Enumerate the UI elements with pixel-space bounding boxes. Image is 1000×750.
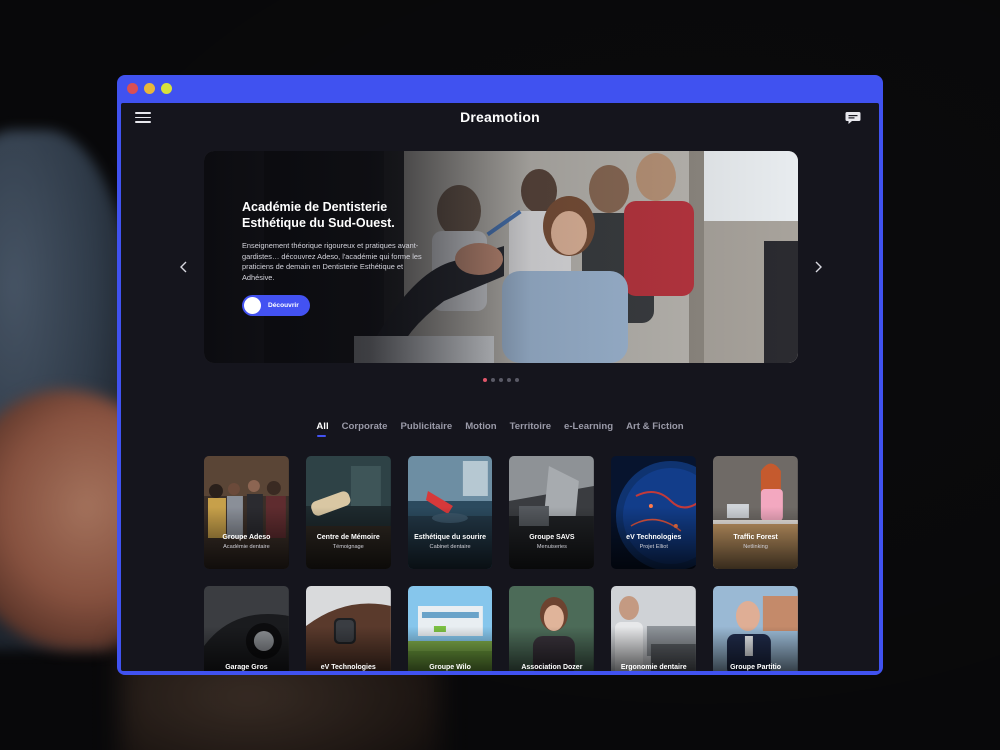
carousel-prev-arrow-icon[interactable] [177, 260, 191, 274]
filter-tab-publicitaire[interactable]: Publicitaire [400, 421, 452, 436]
project-title: Esthétique du sourire [414, 534, 487, 541]
project-title: Groupe Partitio [730, 664, 782, 671]
hero-title: Académie de Dentisterie Esthétique du Su… [242, 200, 395, 230]
project-card[interactable]: Traffic Forest Netlinking [713, 456, 798, 569]
project-card[interactable]: eV Technologies Projet Elliot [611, 456, 697, 569]
carousel-dot-3[interactable] [499, 378, 503, 382]
project-title: Groupe Adeso [222, 534, 271, 541]
discover-button[interactable]: Découvrir [242, 295, 310, 316]
project-subtitle: Netlinking [743, 544, 768, 550]
project-card[interactable]: Groupe Partitio [713, 586, 798, 671]
filter-tab-art-fiction[interactable]: Art & Fiction [626, 421, 684, 436]
hero-description: Enseignement théorique rigoureux et prat… [242, 241, 422, 282]
filter-tab-all[interactable]: All [316, 421, 329, 437]
discover-button-label: Découvrir [268, 302, 299, 309]
category-filter-tabs: All Corporate Publicitaire Motion Territ… [121, 421, 879, 437]
project-title: eV Technologies [320, 664, 376, 671]
project-card[interactable]: Groupe Wilo [407, 586, 493, 671]
hero-text-block: Académie de Dentisterie Esthétique du Su… [242, 199, 432, 283]
project-subtitle: Académie dentaire [223, 544, 270, 550]
project-grid: Groupe Adeso Académie dentaire Centre de… [204, 456, 798, 671]
project-title: Traffic Forest [733, 534, 778, 541]
brand-logo[interactable]: Dreamotion [121, 109, 879, 125]
carousel-pagination [483, 378, 519, 382]
project-subtitle: Menuiseries [536, 544, 567, 550]
website-screen: Dreamotion Académie de Dentisterie Esthé… [121, 103, 879, 671]
project-card[interactable]: Esthétique du sourire Cabinet dentaire [407, 456, 493, 569]
site-header: Dreamotion [121, 103, 879, 133]
window-controls [127, 83, 172, 94]
project-title: Groupe SAVS [529, 534, 575, 541]
project-title: Ergonomie dentaire [620, 664, 687, 671]
project-title: Association Dozer [521, 664, 583, 671]
project-title: eV Technologies [626, 534, 682, 541]
carousel-dot-4[interactable] [507, 378, 511, 382]
project-subtitle: Cabinet dentaire [429, 544, 471, 550]
project-card[interactable]: Groupe SAVS Menuiseries [509, 456, 595, 569]
project-title: Groupe Wilo [429, 664, 471, 671]
project-subtitle: Projet Elliot [639, 544, 668, 550]
chat-bubble-icon[interactable] [845, 111, 861, 125]
browser-window: Dreamotion Académie de Dentisterie Esthé… [117, 75, 883, 675]
project-card[interactable]: Garage Gros [204, 586, 289, 671]
minimize-window-dot[interactable] [144, 83, 155, 94]
project-title: Garage Gros [225, 664, 268, 671]
project-card[interactable]: Centre de Mémoire Témoignage [305, 456, 391, 569]
filter-tab-elearning[interactable]: e-Learning [564, 421, 613, 436]
button-knob-icon [244, 297, 261, 314]
project-title: Centre de Mémoire [316, 534, 380, 541]
project-card[interactable]: Groupe Adeso Académie dentaire [204, 456, 289, 569]
hero-carousel-slide: Académie de Dentisterie Esthétique du Su… [204, 151, 798, 363]
carousel-dot-5[interactable] [515, 378, 519, 382]
filter-tab-corporate[interactable]: Corporate [342, 421, 388, 436]
filter-tab-territoire[interactable]: Territoire [510, 421, 551, 436]
carousel-dot-1[interactable] [483, 378, 487, 382]
carousel-dot-2[interactable] [491, 378, 495, 382]
maximize-window-dot[interactable] [161, 83, 172, 94]
close-window-dot[interactable] [127, 83, 138, 94]
project-card[interactable]: eV Technologies [305, 586, 391, 671]
carousel-next-arrow-icon[interactable] [811, 260, 825, 274]
filter-tab-motion[interactable]: Motion [465, 421, 496, 436]
project-card[interactable]: Association Dozer [509, 586, 595, 671]
project-card[interactable]: Ergonomie dentaire [611, 586, 697, 671]
project-subtitle: Témoignage [332, 544, 364, 550]
